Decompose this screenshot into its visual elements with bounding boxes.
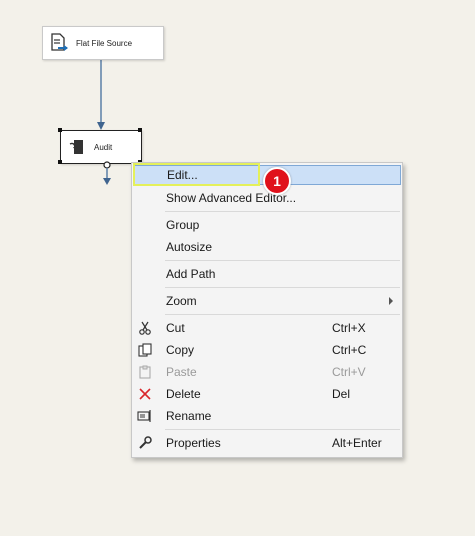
- flat-file-source-node[interactable]: Flat File Source: [42, 26, 164, 60]
- menu-item-copy[interactable]: Copy Ctrl+C: [133, 340, 401, 360]
- menu-item-properties[interactable]: Properties Alt+Enter: [133, 433, 401, 453]
- selection-handle[interactable]: [58, 128, 62, 132]
- audit-icon: [66, 136, 88, 158]
- context-menu: Edit... Show Advanced Editor... Group Au…: [131, 162, 403, 458]
- menu-item-zoom[interactable]: Zoom: [133, 291, 401, 311]
- scissors-icon: [137, 320, 153, 336]
- wrench-icon: [137, 435, 153, 451]
- callout-badge: 1: [263, 167, 291, 195]
- audit-label: Audit: [94, 142, 113, 152]
- menu-item-autosize[interactable]: Autosize: [133, 237, 401, 257]
- flat-file-source-icon: [48, 32, 70, 54]
- menu-item-delete[interactable]: Delete Del: [133, 384, 401, 404]
- data-path-connector[interactable]: [95, 58, 107, 132]
- delete-icon: [137, 386, 153, 402]
- edit-highlight-outline: [133, 163, 260, 186]
- audit-node[interactable]: Audit: [60, 130, 142, 164]
- flat-file-source-label: Flat File Source: [76, 38, 133, 48]
- menu-separator: [165, 429, 400, 430]
- menu-item-paste[interactable]: Paste Ctrl+V: [133, 362, 401, 382]
- menu-item-rename[interactable]: Rename: [133, 406, 401, 426]
- menu-separator: [165, 260, 400, 261]
- menu-item-group[interactable]: Group: [133, 215, 401, 235]
- paste-icon: [137, 364, 153, 380]
- menu-separator: [165, 211, 400, 212]
- submenu-arrow-icon: [389, 297, 393, 305]
- menu-item-cut[interactable]: Cut Ctrl+X: [133, 318, 401, 338]
- selection-handle[interactable]: [58, 160, 62, 164]
- menu-item-add-path[interactable]: Add Path: [133, 264, 401, 284]
- menu-separator: [165, 314, 400, 315]
- rename-icon: [137, 408, 153, 424]
- menu-separator: [165, 287, 400, 288]
- copy-icon: [137, 342, 153, 358]
- audit-output-connector[interactable]: [101, 161, 113, 187]
- selection-handle[interactable]: [138, 128, 142, 132]
